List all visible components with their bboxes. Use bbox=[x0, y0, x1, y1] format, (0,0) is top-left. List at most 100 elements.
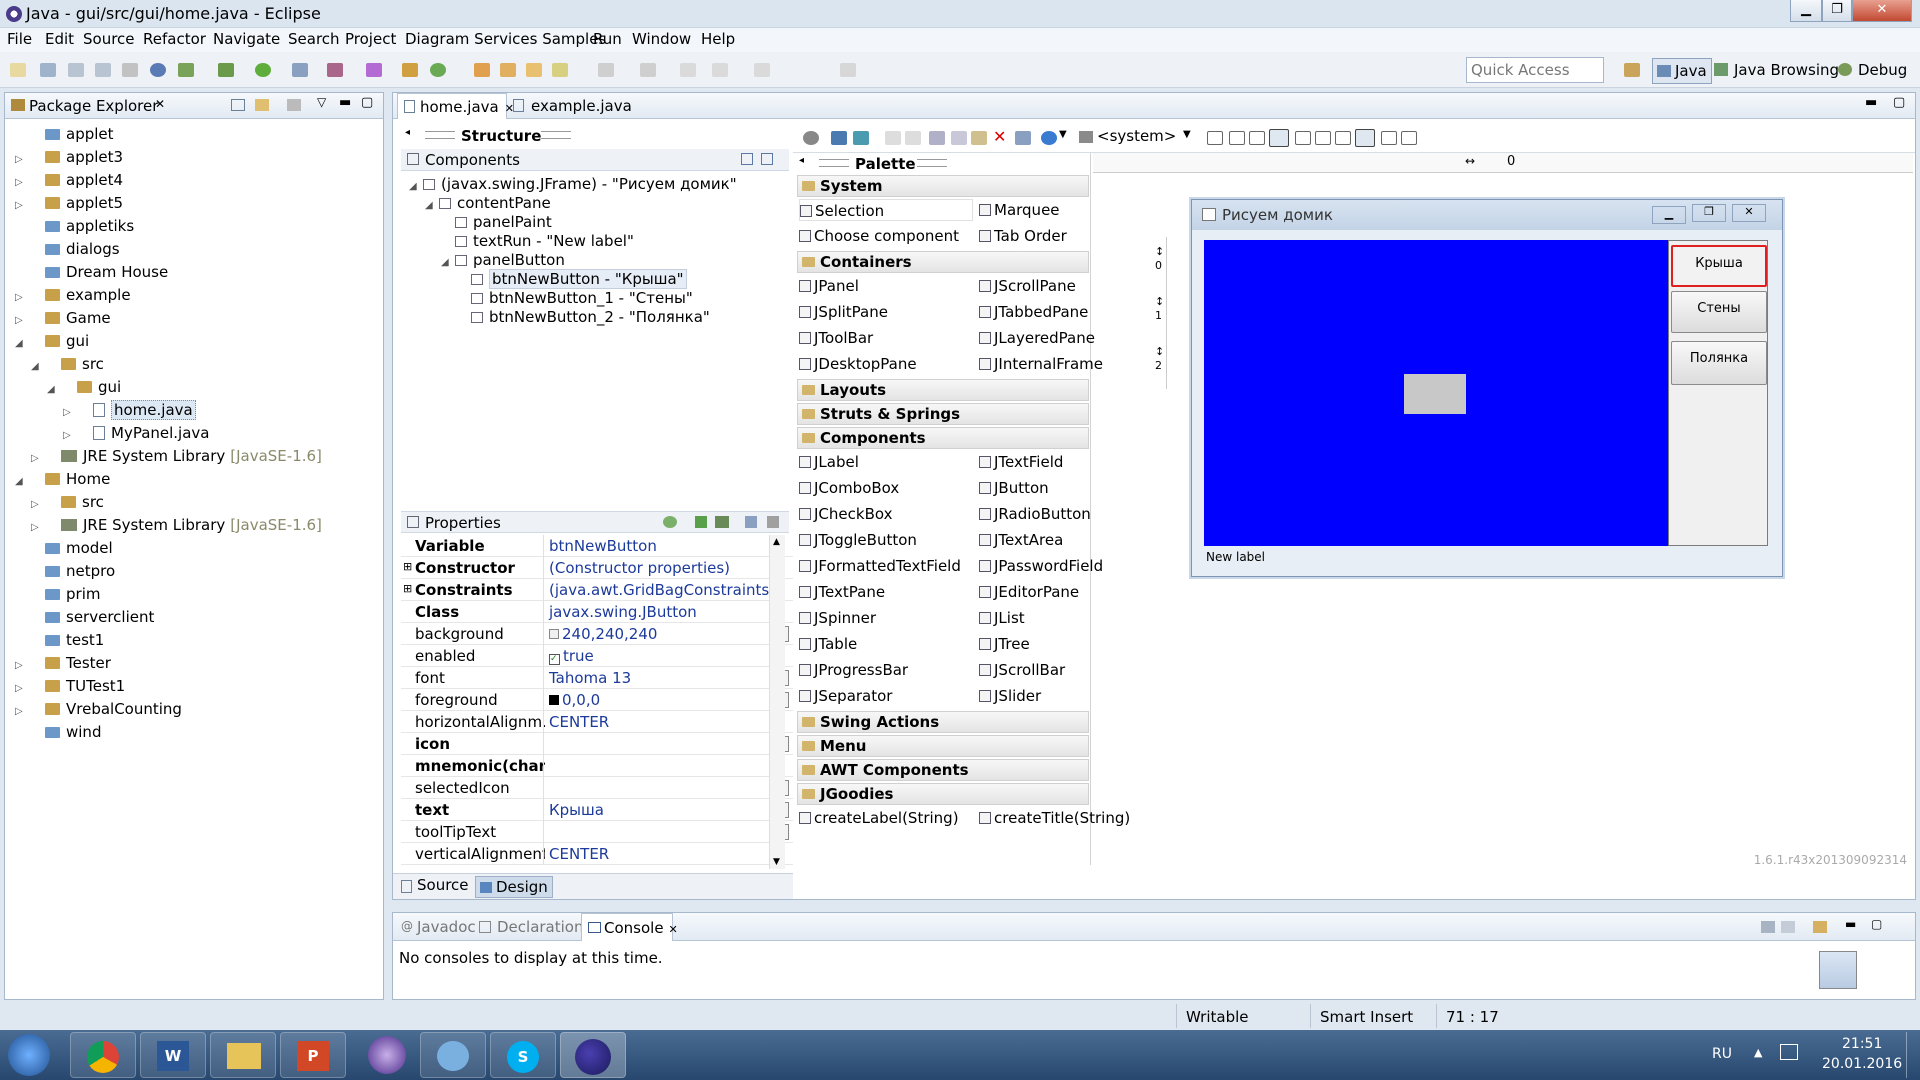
palette-item[interactable]: createTitle(String) bbox=[979, 807, 1130, 829]
taskbar-skype[interactable]: S bbox=[490, 1032, 556, 1078]
palette-item[interactable]: JButton bbox=[979, 477, 1049, 499]
collapse-all-icon[interactable] bbox=[231, 99, 245, 111]
tree-item[interactable]: Dream House bbox=[15, 261, 168, 283]
palette-item[interactable]: Selection bbox=[799, 199, 973, 221]
redo-icon[interactable] bbox=[905, 131, 921, 145]
tree-expand-icon[interactable]: ▷ bbox=[15, 172, 25, 194]
perspective-java[interactable]: Java bbox=[1652, 58, 1712, 84]
fill-horizontal-icon[interactable] bbox=[1269, 129, 1289, 147]
palette-item[interactable]: JTable bbox=[799, 633, 857, 655]
print-icon[interactable] bbox=[122, 63, 138, 77]
tree-item[interactable]: ▷ applet5 bbox=[15, 192, 123, 214]
scroll-down-icon[interactable]: ▼ bbox=[773, 857, 780, 867]
menu-window[interactable]: Window bbox=[632, 30, 691, 48]
palette-category[interactable]: AWT Components bbox=[797, 759, 1089, 781]
tab-home-java[interactable]: home.java ✕ bbox=[397, 93, 514, 119]
align-center-icon[interactable] bbox=[1229, 131, 1245, 145]
show-desktop-button[interactable] bbox=[1906, 1032, 1918, 1078]
tray-expand-icon[interactable]: ▲ bbox=[1754, 1046, 1762, 1059]
tree-item[interactable]: ▷ VrebalCounting bbox=[15, 698, 182, 720]
sync-icon[interactable] bbox=[853, 131, 869, 145]
tab-example-java[interactable]: example.java bbox=[513, 97, 632, 115]
tab-source[interactable]: Source bbox=[401, 876, 469, 898]
refresh-icon[interactable] bbox=[831, 131, 847, 145]
palette-item[interactable]: JSplitPane bbox=[799, 301, 888, 323]
local-to-field-icon[interactable] bbox=[715, 516, 729, 528]
menu-navigate[interactable]: Navigate bbox=[213, 30, 280, 48]
palette-item[interactable]: JFormattedTextField bbox=[799, 555, 961, 577]
taskbar-eclipse-active[interactable] bbox=[560, 1032, 626, 1078]
externalize-strings-icon[interactable] bbox=[1041, 131, 1057, 145]
back-icon[interactable] bbox=[712, 63, 728, 77]
taskbar-word[interactable]: W bbox=[140, 1032, 206, 1078]
tab-javadoc[interactable]: @ Javadoc bbox=[401, 918, 476, 936]
save-all-icon[interactable] bbox=[95, 63, 111, 77]
palette-item[interactable]: JPanel bbox=[799, 275, 859, 297]
tree-item[interactable]: ▷ MyPanel.java bbox=[63, 422, 209, 444]
property-row[interactable]: toolTipText··· bbox=[401, 821, 797, 843]
fast-view-icon[interactable] bbox=[1819, 951, 1857, 989]
taskbar-explorer[interactable] bbox=[210, 1032, 276, 1078]
align-top-icon[interactable] bbox=[1295, 131, 1311, 145]
tree-item[interactable]: dialogs bbox=[15, 238, 120, 260]
new-package-icon[interactable] bbox=[402, 63, 418, 77]
start-button[interactable] bbox=[8, 1034, 50, 1076]
taskbar-chrome[interactable] bbox=[70, 1032, 136, 1078]
tree-expand-icon[interactable]: ▷ bbox=[15, 149, 25, 171]
next-annotation-icon[interactable] bbox=[598, 63, 614, 77]
coverage-icon[interactable] bbox=[292, 63, 308, 77]
palette-item[interactable]: JTabbedPane bbox=[979, 301, 1088, 323]
goto-definition-icon[interactable] bbox=[695, 516, 707, 528]
menu-help[interactable]: Help bbox=[701, 30, 735, 48]
palette-item[interactable]: JTextPane bbox=[799, 581, 885, 603]
jframe-preview[interactable]: Рисуем домик ▁ ❐ ✕ Крыша Стены Полянка N… bbox=[1191, 199, 1783, 577]
undo-icon[interactable] bbox=[885, 131, 901, 145]
property-row[interactable]: selectedIcon··· bbox=[401, 777, 797, 799]
palette-item[interactable]: JToolBar bbox=[799, 327, 873, 349]
palette-category[interactable]: Containers bbox=[797, 251, 1089, 273]
property-value[interactable]: Крыша bbox=[549, 801, 604, 819]
palette-item[interactable]: JDesktopPane bbox=[799, 353, 917, 375]
palette-category[interactable]: Components bbox=[797, 427, 1089, 449]
panel-button[interactable]: Крыша Стены Полянка bbox=[1668, 240, 1768, 546]
tree-item[interactable]: appletiks bbox=[15, 215, 134, 237]
property-value[interactable]: 240,240,240 bbox=[549, 625, 657, 643]
palette-item[interactable]: JSpinner bbox=[799, 607, 876, 629]
tree-item[interactable]: ▷ applet3 bbox=[15, 146, 123, 168]
tree-expand-icon[interactable]: ◢ bbox=[425, 195, 439, 217]
insert-row-icon[interactable] bbox=[1401, 131, 1417, 145]
menu-refactor[interactable]: Refactor bbox=[143, 30, 206, 48]
insert-column-icon[interactable] bbox=[1381, 131, 1397, 145]
new-project-icon[interactable] bbox=[40, 63, 56, 77]
property-value[interactable]: ✓ true bbox=[549, 647, 594, 665]
property-value[interactable]: javax.swing.JButton bbox=[549, 603, 697, 621]
new-class-icon[interactable] bbox=[430, 63, 446, 77]
expand-property-icon[interactable]: ⊞ bbox=[403, 582, 412, 595]
perspective-debug[interactable]: Debug bbox=[1838, 61, 1907, 79]
menu-file[interactable]: File bbox=[7, 30, 32, 48]
open-type-icon[interactable] bbox=[474, 63, 490, 77]
paste-icon[interactable] bbox=[971, 131, 987, 145]
palette-item[interactable]: JSeparator bbox=[799, 685, 892, 707]
palette-item[interactable]: JProgressBar bbox=[799, 659, 908, 681]
tab-design[interactable]: Design bbox=[475, 876, 553, 898]
property-value[interactable]: CENTER bbox=[549, 845, 609, 863]
scroll-up-icon[interactable]: ▲ bbox=[773, 537, 780, 547]
align-bottom-icon[interactable] bbox=[1335, 131, 1351, 145]
palette-item[interactable]: JTextField bbox=[979, 451, 1063, 473]
tree-item[interactable]: ▷ Tester bbox=[15, 652, 111, 674]
property-row[interactable]: background240,240,240··· bbox=[401, 623, 797, 645]
menu-search[interactable]: Search bbox=[288, 30, 340, 48]
tree-item[interactable]: ◢ gui bbox=[47, 376, 121, 398]
tree-item[interactable]: wind bbox=[15, 721, 101, 743]
align-middle-icon[interactable] bbox=[1315, 131, 1331, 145]
copy-icon[interactable] bbox=[951, 131, 967, 145]
collapse-palette-icon[interactable]: ◂ bbox=[799, 155, 804, 166]
align-right-icon[interactable] bbox=[1249, 131, 1265, 145]
look-and-feel-select[interactable]: <system> ▼ bbox=[1079, 127, 1197, 149]
debug-skip-icon[interactable] bbox=[150, 63, 166, 77]
properties-scrollbar[interactable]: ▲ ▼ bbox=[769, 535, 785, 869]
collapse-all-icon[interactable] bbox=[761, 153, 773, 165]
tree-expand-icon[interactable]: ◢ bbox=[31, 356, 41, 378]
palette-item[interactable]: JList bbox=[979, 607, 1025, 629]
